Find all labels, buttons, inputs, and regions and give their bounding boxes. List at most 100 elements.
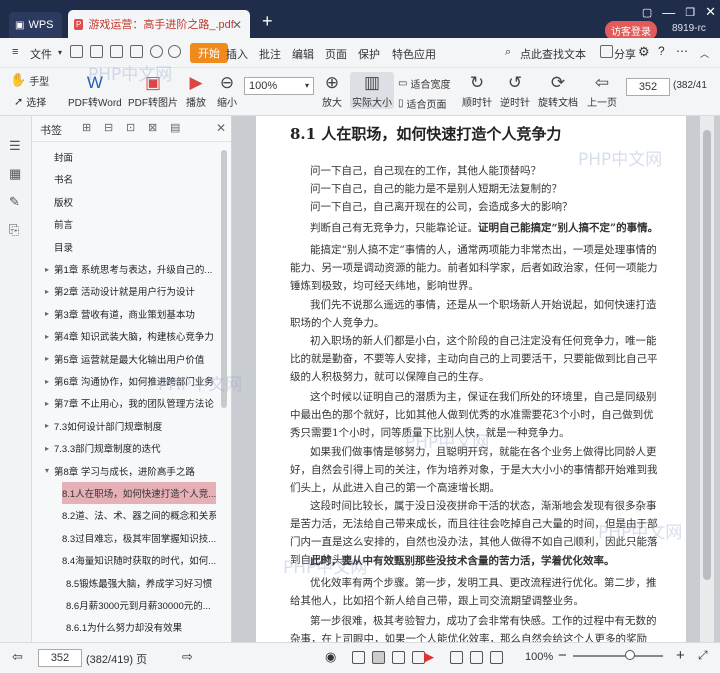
share-button[interactable]: 分享 bbox=[614, 46, 636, 62]
redo-icon[interactable] bbox=[168, 45, 181, 58]
zoom-out-icon[interactable]: − bbox=[558, 647, 567, 664]
layout-icon[interactable]: ▢ bbox=[642, 6, 652, 19]
close-panel-icon[interactable]: ✕ bbox=[216, 121, 226, 135]
zoom-out-button[interactable]: ⊖ 缩小 bbox=[217, 72, 237, 109]
bookmark-subitem[interactable]: 8.6月薪3000元到月薪30000元的... bbox=[62, 594, 216, 616]
play-button[interactable]: ▶ 播放 bbox=[186, 72, 206, 109]
preview-icon[interactable] bbox=[130, 45, 143, 58]
fit-page-button[interactable]: ▯ 适合页面 bbox=[398, 96, 447, 111]
menu-start[interactable]: 开始 bbox=[190, 43, 228, 63]
expand-bookmark-icon[interactable]: ⊡ bbox=[126, 121, 135, 134]
bookmark-item[interactable]: 书名 bbox=[40, 168, 226, 190]
tab-wps-home[interactable]: ▣ WPS bbox=[9, 12, 62, 38]
chevron-right-icon[interactable]: ▸ bbox=[40, 354, 54, 363]
attachment-panel-icon[interactable]: ⎘ bbox=[9, 222, 23, 237]
bookmark-item[interactable]: ▸ 第1章 系统思考与表达，升级自己的... bbox=[40, 258, 226, 280]
zoom-slider-handle[interactable] bbox=[625, 650, 635, 660]
fit-width-button[interactable]: ▭ 适合宽度 bbox=[398, 76, 450, 91]
zoom-slider-track[interactable] bbox=[573, 655, 663, 657]
zoom-select[interactable]: 100% ▾ bbox=[244, 77, 314, 95]
chevron-right-icon[interactable]: ▸ bbox=[40, 421, 54, 430]
delete-bookmark-icon[interactable]: ⊟ bbox=[104, 121, 113, 134]
fullscreen-icon[interactable]: ⤢ bbox=[698, 648, 708, 663]
status-page-input[interactable]: 352 bbox=[38, 649, 82, 667]
hand-tool-button[interactable]: ✋ 手型 bbox=[10, 72, 49, 88]
bookmark-item[interactable]: ▸ 第5章 运营就是最大化输出用户价值 bbox=[40, 348, 226, 370]
bookmark-item[interactable]: 封面 bbox=[40, 146, 226, 168]
single-page-icon[interactable] bbox=[352, 651, 365, 664]
annotation-panel-icon[interactable]: ✎ bbox=[9, 194, 23, 209]
chevron-right-icon[interactable]: ▸ bbox=[40, 287, 54, 296]
bookmark-item[interactable]: 前言 bbox=[40, 213, 226, 235]
fit-page-icon[interactable] bbox=[470, 651, 483, 664]
menu-annotate[interactable]: 批注 bbox=[259, 46, 281, 62]
document-scrollbar-thumb[interactable] bbox=[703, 130, 711, 580]
double-page-icon[interactable] bbox=[392, 651, 405, 664]
zoom-in-icon[interactable]: + bbox=[676, 647, 685, 664]
prev-page-button[interactable]: ⇦ 上一页 bbox=[587, 72, 617, 109]
search-icon[interactable]: ⌕ bbox=[505, 46, 511, 59]
chevron-right-icon[interactable]: ▸ bbox=[40, 377, 54, 386]
chevron-down-icon[interactable]: ▾ bbox=[58, 48, 62, 57]
bookmark-item[interactable]: ▸ 第3章 营收有道，商业策划基本功 bbox=[40, 303, 226, 325]
bookmark-subitem[interactable]: 8.1人在职场，如何快速打造个人竞... bbox=[62, 482, 216, 504]
collapse-bookmark-icon[interactable]: ⊠ bbox=[148, 121, 157, 134]
bookmark-item[interactable]: ▸ 第2章 活动设计就是用户行为设计 bbox=[40, 280, 226, 302]
maximize-icon[interactable]: ❐ bbox=[685, 6, 695, 19]
add-bookmark-icon[interactable]: ⊞ bbox=[82, 121, 91, 134]
settings-icon[interactable]: ⚙ bbox=[638, 44, 650, 60]
more-icon[interactable]: ⋯ bbox=[676, 44, 688, 58]
menu-features[interactable]: 特色应用 bbox=[392, 46, 436, 62]
bookmark-item[interactable]: 版权 bbox=[40, 191, 226, 213]
find-text-input[interactable]: 点此查找文本 bbox=[520, 46, 586, 62]
chevron-right-icon[interactable]: ▸ bbox=[40, 332, 54, 341]
save-icon[interactable] bbox=[70, 45, 83, 58]
bookmark-panel-icon[interactable]: ☰ bbox=[9, 138, 23, 153]
bookmark-item[interactable]: 目录 bbox=[40, 236, 226, 258]
menu-page[interactable]: 页面 bbox=[325, 46, 347, 62]
print-icon[interactable] bbox=[110, 45, 123, 58]
zoom-in-button[interactable]: ⊕ 放大 bbox=[322, 72, 342, 109]
bookmark-subitem[interactable]: 8.5锻炼最强大脑，养成学习好习惯 bbox=[62, 572, 216, 594]
close-window-icon[interactable]: ✕ bbox=[705, 4, 716, 20]
bookmark-item[interactable]: ▾ 第8章 学习与成长，进阶高手之路 bbox=[40, 460, 226, 482]
next-page-icon[interactable]: ⇨ bbox=[182, 649, 193, 665]
minimize-icon[interactable]: — bbox=[662, 5, 675, 20]
menu-file[interactable]: 文件 bbox=[30, 46, 52, 62]
menu-protect[interactable]: 保护 bbox=[358, 46, 380, 62]
actual-size-button[interactable]: ▥ 实际大小 bbox=[350, 72, 394, 109]
bookmark-subitem[interactable]: 8.6.1为什么努力却没有效果 bbox=[62, 616, 216, 638]
share-icon[interactable] bbox=[600, 45, 613, 58]
chevron-right-icon[interactable]: ▸ bbox=[40, 444, 54, 453]
bookmark-subitem[interactable]: 8.3过目难忘，极其牢固掌握知识技... bbox=[62, 527, 216, 549]
undo-icon[interactable] bbox=[150, 45, 163, 58]
actual-size-icon[interactable] bbox=[490, 651, 503, 664]
help-icon[interactable]: ? bbox=[658, 44, 665, 58]
fit-width-icon[interactable] bbox=[450, 651, 463, 664]
prev-page-icon[interactable]: ⇦ bbox=[12, 649, 23, 665]
new-tab-icon[interactable]: + bbox=[262, 11, 273, 32]
chevron-down-icon[interactable]: ▾ bbox=[40, 466, 54, 475]
bookmark-item[interactable]: ▸ 第4章 知识武装大脑，构建核心竞争力 bbox=[40, 325, 226, 347]
bookmark-item[interactable]: ▸ 7.3.3部门规章制度的迭代 bbox=[40, 437, 226, 459]
edit-bookmark-icon[interactable]: ▤ bbox=[170, 121, 180, 134]
chevron-right-icon[interactable]: ▸ bbox=[40, 399, 54, 408]
play-icon[interactable]: ▶ bbox=[424, 649, 434, 665]
chevron-right-icon[interactable]: ▸ bbox=[40, 265, 54, 274]
close-tab-icon[interactable]: ✕ bbox=[232, 18, 242, 32]
rotate-ccw-button[interactable]: ↺ 逆时针 bbox=[500, 72, 530, 109]
chevron-right-icon[interactable]: ▸ bbox=[40, 309, 54, 318]
rotate-cw-button[interactable]: ↻ 顺时针 bbox=[462, 72, 492, 109]
thumbnail-panel-icon[interactable]: ▦ bbox=[9, 166, 23, 181]
bookmark-item[interactable]: ▸ 7.3如何设计部门规章制度 bbox=[40, 415, 226, 437]
menu-edit[interactable]: 编辑 bbox=[292, 46, 314, 62]
bookmark-subitem[interactable]: 8.4海量知识随时获取的时代，如何... bbox=[62, 549, 216, 571]
collapse-ribbon-icon[interactable]: ︿ bbox=[700, 47, 709, 60]
page-number-input[interactable]: 352 bbox=[626, 78, 670, 96]
continuous-page-icon[interactable] bbox=[372, 651, 385, 664]
eye-icon[interactable]: ◉ bbox=[325, 649, 336, 665]
menu-icon[interactable]: ≡ bbox=[12, 46, 18, 58]
bookmark-subitem[interactable]: 8.2道、法、术、器之间的概念和关系 bbox=[62, 504, 216, 526]
select-tool-button[interactable]: ➚ 选择 bbox=[14, 94, 46, 109]
menu-insert[interactable]: 插入 bbox=[226, 46, 248, 62]
